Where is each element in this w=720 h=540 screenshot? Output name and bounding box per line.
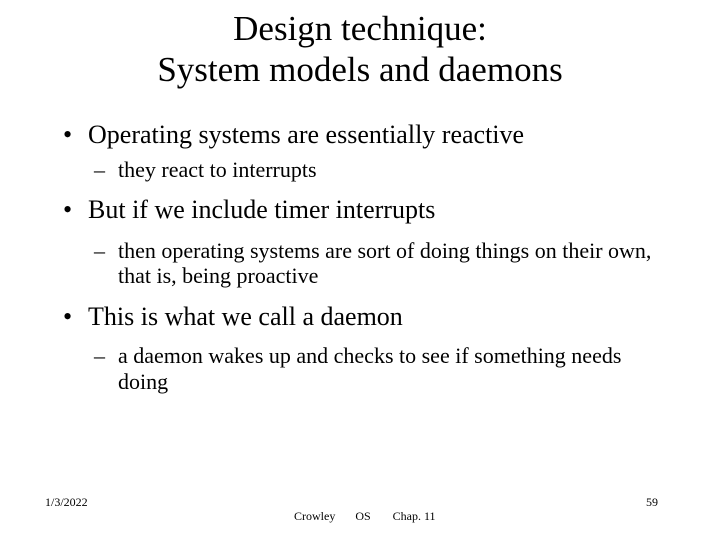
bullet-text-2: But if we include timer interrupts: [88, 195, 436, 225]
footer-author: Crowley: [294, 509, 336, 523]
bullet-marker-icon: •: [63, 195, 73, 225]
footer-center: Crowley OS Chap. 11: [276, 495, 436, 537]
dash-marker-icon: –: [94, 157, 105, 183]
bullet-item-2: • But if we include timer interrupts: [45, 195, 675, 224]
sub-bullet-item-2-1: – then operating systems are sort of doi…: [45, 238, 675, 289]
slide-title: Design technique: System models and daem…: [36, 8, 684, 91]
bullet-text-3: This is what we call a daemon: [88, 302, 403, 332]
slide-body: • Operating systems are essentially reac…: [45, 120, 675, 394]
dash-marker-icon: –: [94, 343, 105, 369]
sub-bullet-item-1-1: – they react to interrupts: [45, 157, 675, 182]
sub-bullet-text-2-1: then operating systems are sort of doing…: [118, 237, 652, 288]
bullet-marker-icon: •: [63, 302, 73, 332]
sub-bullet-text-1-1: they react to interrupts: [118, 157, 317, 183]
slide-canvas: Design technique: System models and daem…: [0, 0, 720, 540]
title-line-1: Design technique:: [233, 9, 487, 48]
bullet-item-3: • This is what we call a daemon: [45, 302, 675, 331]
bullet-text-1: Operating systems are essentially reacti…: [88, 120, 525, 149]
sub-bullet-text-3-1: a daemon wakes up and checks to see if s…: [118, 343, 622, 394]
title-line-2: System models and daemons: [157, 50, 563, 90]
dash-marker-icon: –: [94, 237, 105, 263]
footer-course: OS: [355, 509, 371, 523]
footer-chapter: Chap. 11: [392, 509, 436, 523]
slide-footer: 1/3/2022 Crowley OS Chap. 11 59: [0, 495, 720, 523]
bullet-item-1: • Operating systems are essentially reac…: [45, 120, 675, 149]
bullet-marker-icon: •: [63, 120, 73, 149]
footer-date: 1/3/2022: [45, 495, 88, 509]
sub-bullet-item-3-1: – a daemon wakes up and checks to see if…: [45, 343, 675, 394]
footer-page-number: 59: [646, 495, 658, 509]
